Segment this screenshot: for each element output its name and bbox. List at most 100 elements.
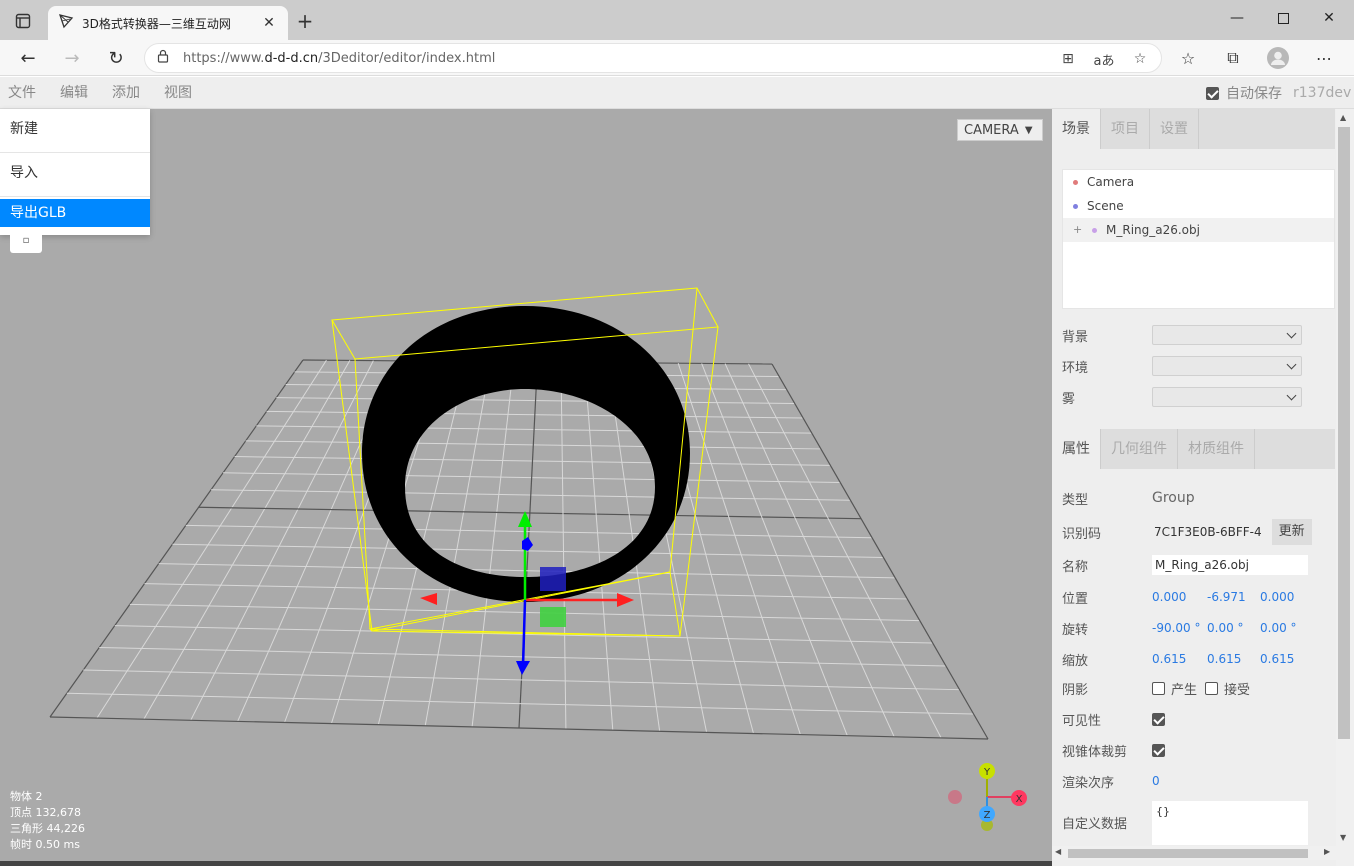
menu-view[interactable]: 视图 <box>164 77 192 109</box>
forward-arrow-icon[interactable]: → <box>57 44 87 72</box>
outliner-label: Scene <box>1087 199 1124 213</box>
position-x-input[interactable]: 0.000 <box>1152 590 1207 604</box>
visible-row: 可见性 <box>1062 707 1342 731</box>
update-uuid-button[interactable]: 更新 <box>1271 519 1312 545</box>
render-order-input[interactable]: 0 <box>1152 774 1160 788</box>
userdata-textarea[interactable]: {} <box>1152 801 1308 845</box>
add-favorite-icon[interactable]: ☆ <box>1127 48 1153 70</box>
menu-edit[interactable]: 编辑 <box>60 77 88 109</box>
back-arrow-icon[interactable]: ← <box>13 44 43 72</box>
scroll-thumb[interactable] <box>1338 127 1350 739</box>
scale-y-input[interactable]: 0.615 <box>1207 652 1260 666</box>
chevron-down-icon: ▼ <box>1024 124 1033 136</box>
fog-row: 雾 <box>1062 385 1342 409</box>
scroll-right-icon[interactable]: ▶ <box>1324 847 1330 856</box>
scene-dot-icon <box>1073 203 1078 209</box>
tab-close-icon[interactable]: ✕ <box>260 15 278 31</box>
url-domain: d-d-d.cn <box>264 50 319 66</box>
visible-label: 可见性 <box>1062 713 1102 729</box>
hscroll-thumb[interactable] <box>1068 849 1308 858</box>
autosave-label: 自动保存 <box>1226 86 1282 102</box>
browser-tab[interactable]: 3D格式转换器—三维互动网 ✕ <box>48 6 288 40</box>
browser-nav-bar: ← → ↻ https://www.d-d-d.cn/3Deditor/edit… <box>0 40 1354 76</box>
rotation-z-input[interactable]: 0.00 ° <box>1260 621 1310 635</box>
new-tab-button[interactable]: + <box>292 8 318 34</box>
scale-x-input[interactable]: 0.615 <box>1152 652 1207 666</box>
scene-outliner[interactable]: Camera Scene + M_Ring_a26.obj <box>1062 169 1335 309</box>
visible-checkbox[interactable] <box>1152 712 1165 726</box>
more-menu-icon[interactable]: ⋯ <box>1309 44 1339 72</box>
tab-geometry[interactable]: 几何组件 <box>1101 429 1178 469</box>
scroll-up-icon[interactable]: ▲ <box>1340 113 1346 122</box>
outliner-item-ring[interactable]: + M_Ring_a26.obj <box>1063 218 1334 242</box>
sidebar-vertical-scrollbar[interactable]: ▲ ▼ <box>1336 109 1354 866</box>
menu-file[interactable]: 文件 <box>8 77 36 109</box>
position-label: 位置 <box>1062 591 1089 607</box>
tab-favicon-icon <box>58 13 74 33</box>
axis-helper-gizmo[interactable]: Y X Z <box>948 763 1027 831</box>
tab-project[interactable]: 项目 <box>1101 109 1150 149</box>
render-order-row: 渲染次序 0 <box>1062 769 1342 793</box>
autosave-toggle[interactable]: 自动保存 <box>1206 77 1282 109</box>
outliner-item-scene[interactable]: Scene <box>1063 194 1334 218</box>
toolbar-fragment-icon[interactable]: ▫ <box>10 235 42 253</box>
scene-canvas[interactable]: Y X Z <box>0 109 1052 861</box>
camera-dot-icon <box>1073 179 1078 185</box>
tab-actions-icon[interactable] <box>6 8 40 34</box>
environment-select[interactable] <box>1152 356 1302 376</box>
floor-grid <box>49 359 989 740</box>
position-row: 位置 0.000 -6.971 0.000 <box>1062 585 1342 609</box>
refresh-icon[interactable]: ↻ <box>101 44 131 72</box>
cast-shadow-checkbox[interactable] <box>1152 681 1165 695</box>
app-grid-icon[interactable]: ⊞ <box>1055 48 1081 70</box>
camera-select-value: CAMERA <box>964 122 1019 138</box>
type-label: 类型 <box>1062 492 1089 508</box>
scroll-down-icon[interactable]: ▼ <box>1340 833 1346 842</box>
background-select[interactable] <box>1152 325 1302 345</box>
camera-select[interactable]: CAMERA ▼ <box>957 119 1043 141</box>
fog-label: 雾 <box>1062 391 1076 407</box>
editor-menubar: 文件 编辑 添加 视图 自动保存 r137dev <box>0 77 1354 109</box>
receive-shadow-checkbox[interactable] <box>1205 681 1219 695</box>
menu-item-new[interactable]: 新建 <box>0 109 150 153</box>
browser-tab-strip: 3D格式转换器—三维互动网 ✕ + — ✕ <box>0 0 1354 40</box>
tab-scene[interactable]: 场景 <box>1052 109 1101 149</box>
rotation-x-input[interactable]: -90.00 ° <box>1152 621 1207 635</box>
collections-icon[interactable]: ⧉ <box>1218 44 1248 72</box>
expand-icon[interactable]: + <box>1073 218 1087 242</box>
lock-icon <box>157 49 169 67</box>
profile-avatar-icon[interactable] <box>1263 44 1293 72</box>
position-y-input[interactable]: -6.971 <box>1207 590 1260 604</box>
menu-item-import[interactable]: 导入 <box>0 153 150 197</box>
rotation-y-input[interactable]: 0.00 ° <box>1207 621 1260 635</box>
window-close-icon[interactable]: ✕ <box>1306 0 1352 36</box>
menu-item-export-glb[interactable]: 导出GLB <box>0 199 150 227</box>
position-z-input[interactable]: 0.000 <box>1260 590 1310 604</box>
viewport-3d[interactable]: Y X Z CAMERA ▼ 物体 2 顶点 132,678 三角形 44,22… <box>0 109 1052 861</box>
tab-object[interactable]: 属性 <box>1052 429 1101 469</box>
axis-x-label: X <box>1016 794 1023 805</box>
scene-tabs: 场景 项目 设置 <box>1052 109 1335 149</box>
read-aloud-icon[interactable]: aあ <box>1091 48 1117 70</box>
url-path: /3Deditor/editor/index.html <box>318 50 496 66</box>
scroll-left-icon[interactable]: ◀ <box>1055 847 1061 856</box>
minimize-icon[interactable]: — <box>1214 0 1260 36</box>
autosave-checkbox[interactable] <box>1206 86 1219 100</box>
property-tabs: 属性 几何组件 材质组件 <box>1052 429 1335 469</box>
tab-title: 3D格式转换器—三维互动网 <box>82 16 231 31</box>
frustum-row: 视锥体裁剪 <box>1062 738 1342 762</box>
name-input[interactable]: M_Ring_a26.obj <box>1152 555 1308 575</box>
cast-shadow-label: 产生 <box>1171 682 1198 698</box>
sidebar-horizontal-scrollbar[interactable]: ◀ ▶ <box>1052 846 1336 860</box>
outliner-item-camera[interactable]: Camera <box>1063 170 1334 194</box>
maximize-icon[interactable] <box>1260 0 1306 36</box>
stats-vertices: 顶点 132,678 <box>10 806 81 819</box>
tab-material[interactable]: 材质组件 <box>1178 429 1255 469</box>
fog-select[interactable] <box>1152 387 1302 407</box>
menu-add[interactable]: 添加 <box>112 77 140 109</box>
frustum-checkbox[interactable] <box>1152 743 1165 757</box>
scale-z-input[interactable]: 0.615 <box>1260 652 1310 666</box>
address-bar[interactable]: https://www.d-d-d.cn/3Deditor/editor/ind… <box>144 43 1162 73</box>
tab-settings[interactable]: 设置 <box>1150 109 1199 149</box>
favorites-icon[interactable]: ☆ <box>1173 44 1203 72</box>
